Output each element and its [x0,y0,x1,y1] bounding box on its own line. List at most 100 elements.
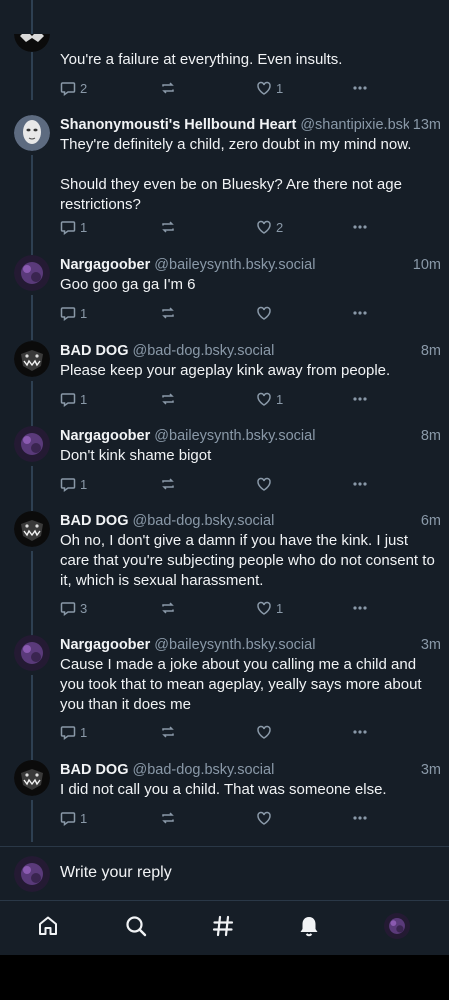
reply-icon [60,726,76,740]
repost-icon [162,82,174,94]
author-handle[interactable]: @baileysynth.bsky.social [154,428,315,444]
like-button[interactable]: 1 [256,389,283,409]
post-text: I did not call you a child. That was som… [60,781,387,798]
reply-button[interactable]: 1 [60,474,87,494]
like-button[interactable] [256,722,272,742]
more-options-button[interactable] [352,303,368,323]
like-button[interactable]: 1 [256,598,283,618]
repost-button[interactable] [160,474,176,494]
reply-icon [60,82,76,96]
thread-line [31,466,33,511]
like-button[interactable]: 1 [256,78,283,98]
post-header: Nargagoober @baileysynth.bsky.social 8m [60,426,441,446]
post-text: Goo goo ga ga I'm 6 [60,276,196,293]
repost-button[interactable] [160,598,176,618]
post-actions: 1 2 [60,217,380,237]
author-name[interactable]: BAD DOG [60,343,128,359]
author-handle[interactable]: @bad-dog.bsky.social [133,762,275,778]
more-options-button[interactable] [352,474,368,494]
thread-post[interactable]: BAD DOG @bad-dog.bsky.social 3m I did no… [0,760,449,844]
avatar[interactable] [14,760,50,796]
heart-icon [257,477,271,491]
author-name[interactable]: Nargagoober [60,637,150,653]
thread-post[interactable]: BAD DOG @bad-dog.bsky.social 8m Please k… [0,341,449,426]
more-options-button[interactable] [352,389,368,409]
repost-button[interactable] [160,808,176,828]
author-name[interactable]: BAD DOG [60,513,128,529]
like-button[interactable] [256,303,272,323]
more-options-button[interactable] [352,722,368,742]
avatar[interactable] [14,426,50,462]
post-actions: 2 1 [60,78,380,98]
nav-search[interactable] [121,911,151,941]
reply-input[interactable]: Write your reply [60,864,172,882]
nav-home[interactable] [33,911,63,941]
thread-line [31,800,33,842]
thread-post[interactable]: Shanonymousti's Hellbound Heart @shantip… [0,115,449,255]
reply-button[interactable]: 1 [60,217,87,237]
avatar[interactable] [14,115,50,151]
reply-button[interactable]: 3 [60,598,87,618]
author-name[interactable]: BAD DOG [60,762,128,778]
post-time: 13m [408,115,441,135]
reply-count: 1 [80,305,88,321]
reply-button[interactable]: 1 [60,303,87,323]
avatar[interactable] [14,511,50,547]
repost-button[interactable] [160,217,176,237]
repost-button[interactable] [160,303,176,323]
nav-notifications[interactable] [294,911,324,941]
thread-post[interactable]: Nargagoober @baileysynth.bsky.social 3m … [0,635,449,760]
reply-count: 1 [80,219,88,235]
thread-post[interactable]: Nargagoober @baileysynth.bsky.social 10m… [0,255,449,340]
avatar[interactable] [14,255,50,291]
repost-icon [162,478,174,490]
author-handle[interactable]: @bad-dog.bsky.social [133,513,275,529]
post-header: Nargagoober @baileysynth.bsky.social 10m [60,255,441,275]
reply-count: 3 [80,600,88,616]
avatar[interactable] [14,635,50,671]
heart-icon [257,392,271,406]
avatar[interactable] [14,341,50,377]
like-count: 2 [276,219,284,235]
repost-button[interactable] [160,78,176,98]
thread-post[interactable]: BAD DOG @bad-dog.bsky.social 6m Oh no, I… [0,511,449,639]
like-button[interactable]: 2 [256,217,283,237]
author-handle[interactable]: @bad-dog.bsky.social [133,343,275,359]
author-handle[interactable]: @baileysynth.bsky.social [154,257,315,273]
repost-button[interactable] [160,389,176,409]
more-dots-icon [353,606,367,610]
reply-button[interactable]: 1 [60,722,87,742]
like-button[interactable] [256,808,272,828]
author-name[interactable]: Nargagoober [60,428,150,444]
author-name[interactable]: Shanonymousti's Hellbound Heart [60,117,296,133]
thread-post[interactable]: You're a failure at everything. Even ins… [0,0,449,100]
avatar[interactable] [14,34,50,52]
nav-feeds[interactable] [208,911,238,941]
author-name[interactable]: Nargagoober [60,257,150,273]
reply-button[interactable]: 1 [60,389,87,409]
repost-icon [162,307,174,319]
post-text: Don't kink shame bigot [60,447,212,464]
more-options-button[interactable] [352,808,368,828]
thread-line [31,381,33,426]
nav-profile[interactable] [382,911,412,941]
reply-button[interactable]: 2 [60,78,87,98]
reply-count: 2 [80,80,88,96]
more-options-button[interactable] [352,78,368,98]
post-text: They're definitely a child, zero doubt i… [60,136,412,213]
author-handle[interactable]: @shantipixie.bsk... [300,117,422,133]
post-header: BAD DOG @bad-dog.bsky.social 6m [60,511,441,531]
more-options-button[interactable] [352,217,368,237]
post-header: BAD DOG @bad-dog.bsky.social 8m [60,341,441,361]
reply-composer[interactable]: Write your reply [0,848,449,900]
thread-line [31,295,33,340]
thread-line [31,155,33,255]
author-handle[interactable]: @baileysynth.bsky.social [154,637,315,653]
like-button[interactable] [256,474,272,494]
reply-icon [60,602,76,616]
thread-post[interactable]: Nargagoober @baileysynth.bsky.social 8m … [0,426,449,511]
reply-button[interactable]: 1 [60,808,87,828]
like-count: 1 [276,80,284,96]
more-options-button[interactable] [352,598,368,618]
repost-button[interactable] [160,722,176,742]
